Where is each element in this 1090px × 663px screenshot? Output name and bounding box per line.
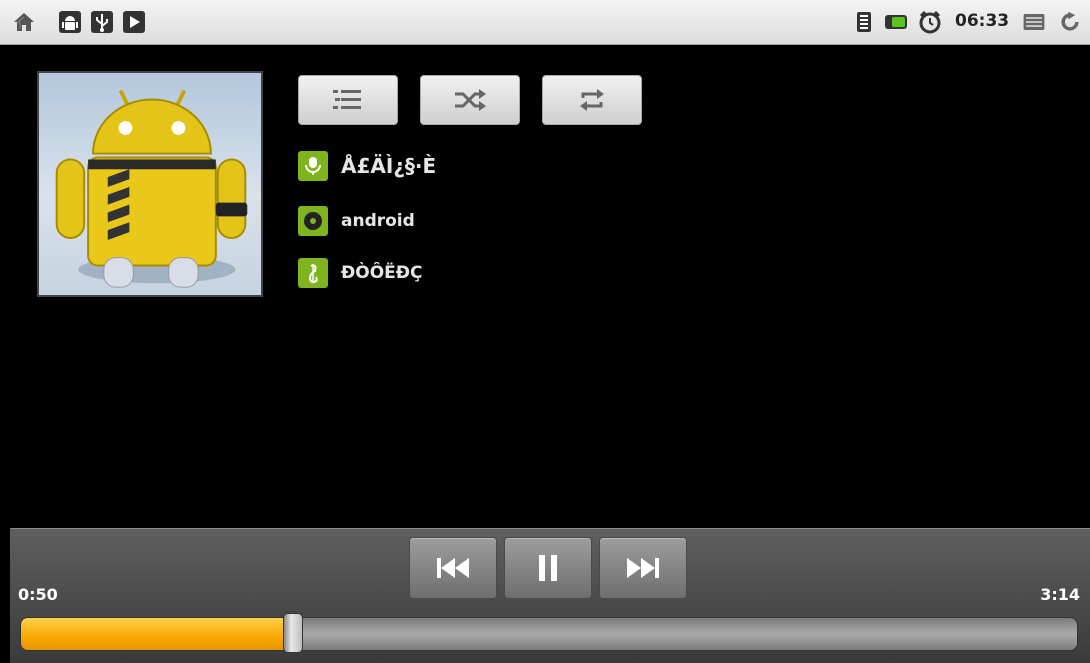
menu-icon[interactable] (1022, 10, 1052, 34)
usb-icon (90, 10, 114, 34)
previous-icon (437, 558, 469, 578)
android-debug-icon (58, 10, 82, 34)
total-time: 3:14 (1040, 585, 1080, 604)
track-title: ÐÒÔËÐÇ (341, 263, 423, 283)
alarm-icon (918, 10, 942, 34)
playlist-icon (333, 90, 361, 109)
seek-bar[interactable] (20, 617, 1078, 651)
title-row: ÐÒÔËÐÇ (298, 256, 422, 290)
home-icon[interactable] (12, 10, 36, 34)
repeat-icon (580, 89, 604, 111)
status-bar: 06:33 (0, 0, 1090, 45)
play-icon (122, 10, 146, 34)
repeat-button[interactable] (542, 75, 642, 125)
seek-bar-thumb[interactable] (283, 613, 303, 653)
previous-button[interactable] (409, 537, 497, 599)
pause-icon (539, 555, 557, 581)
music-note-icon (298, 258, 328, 288)
shuffle-icon (455, 89, 486, 111)
transport-panel: 0:50 3:14 (10, 528, 1090, 663)
seek-bar-progress (21, 618, 294, 650)
artist-name: Å£ÄÌ¿§·È (341, 154, 437, 178)
microphone-icon (298, 151, 328, 181)
main-area: Å£ÄÌ¿§·È android ÐÒÔËÐÇ (10, 45, 1090, 528)
next-icon (627, 558, 659, 578)
next-button[interactable] (599, 537, 687, 599)
clock-time: 06:33 (955, 11, 1010, 31)
battery-icon (884, 10, 908, 34)
album-disc-icon (298, 206, 328, 236)
wifi-signal-icon (852, 10, 876, 34)
album-name: android (341, 211, 415, 231)
shuffle-button[interactable] (420, 75, 520, 125)
pause-button[interactable] (504, 537, 592, 599)
artist-row: Å£ÄÌ¿§·È (298, 149, 436, 183)
elapsed-time: 0:50 (18, 585, 58, 604)
album-row: android (298, 204, 415, 238)
album-art (37, 71, 263, 297)
playlist-button[interactable] (298, 75, 398, 125)
sync-icon[interactable] (1058, 10, 1086, 34)
android-robot-image (55, 89, 248, 288)
